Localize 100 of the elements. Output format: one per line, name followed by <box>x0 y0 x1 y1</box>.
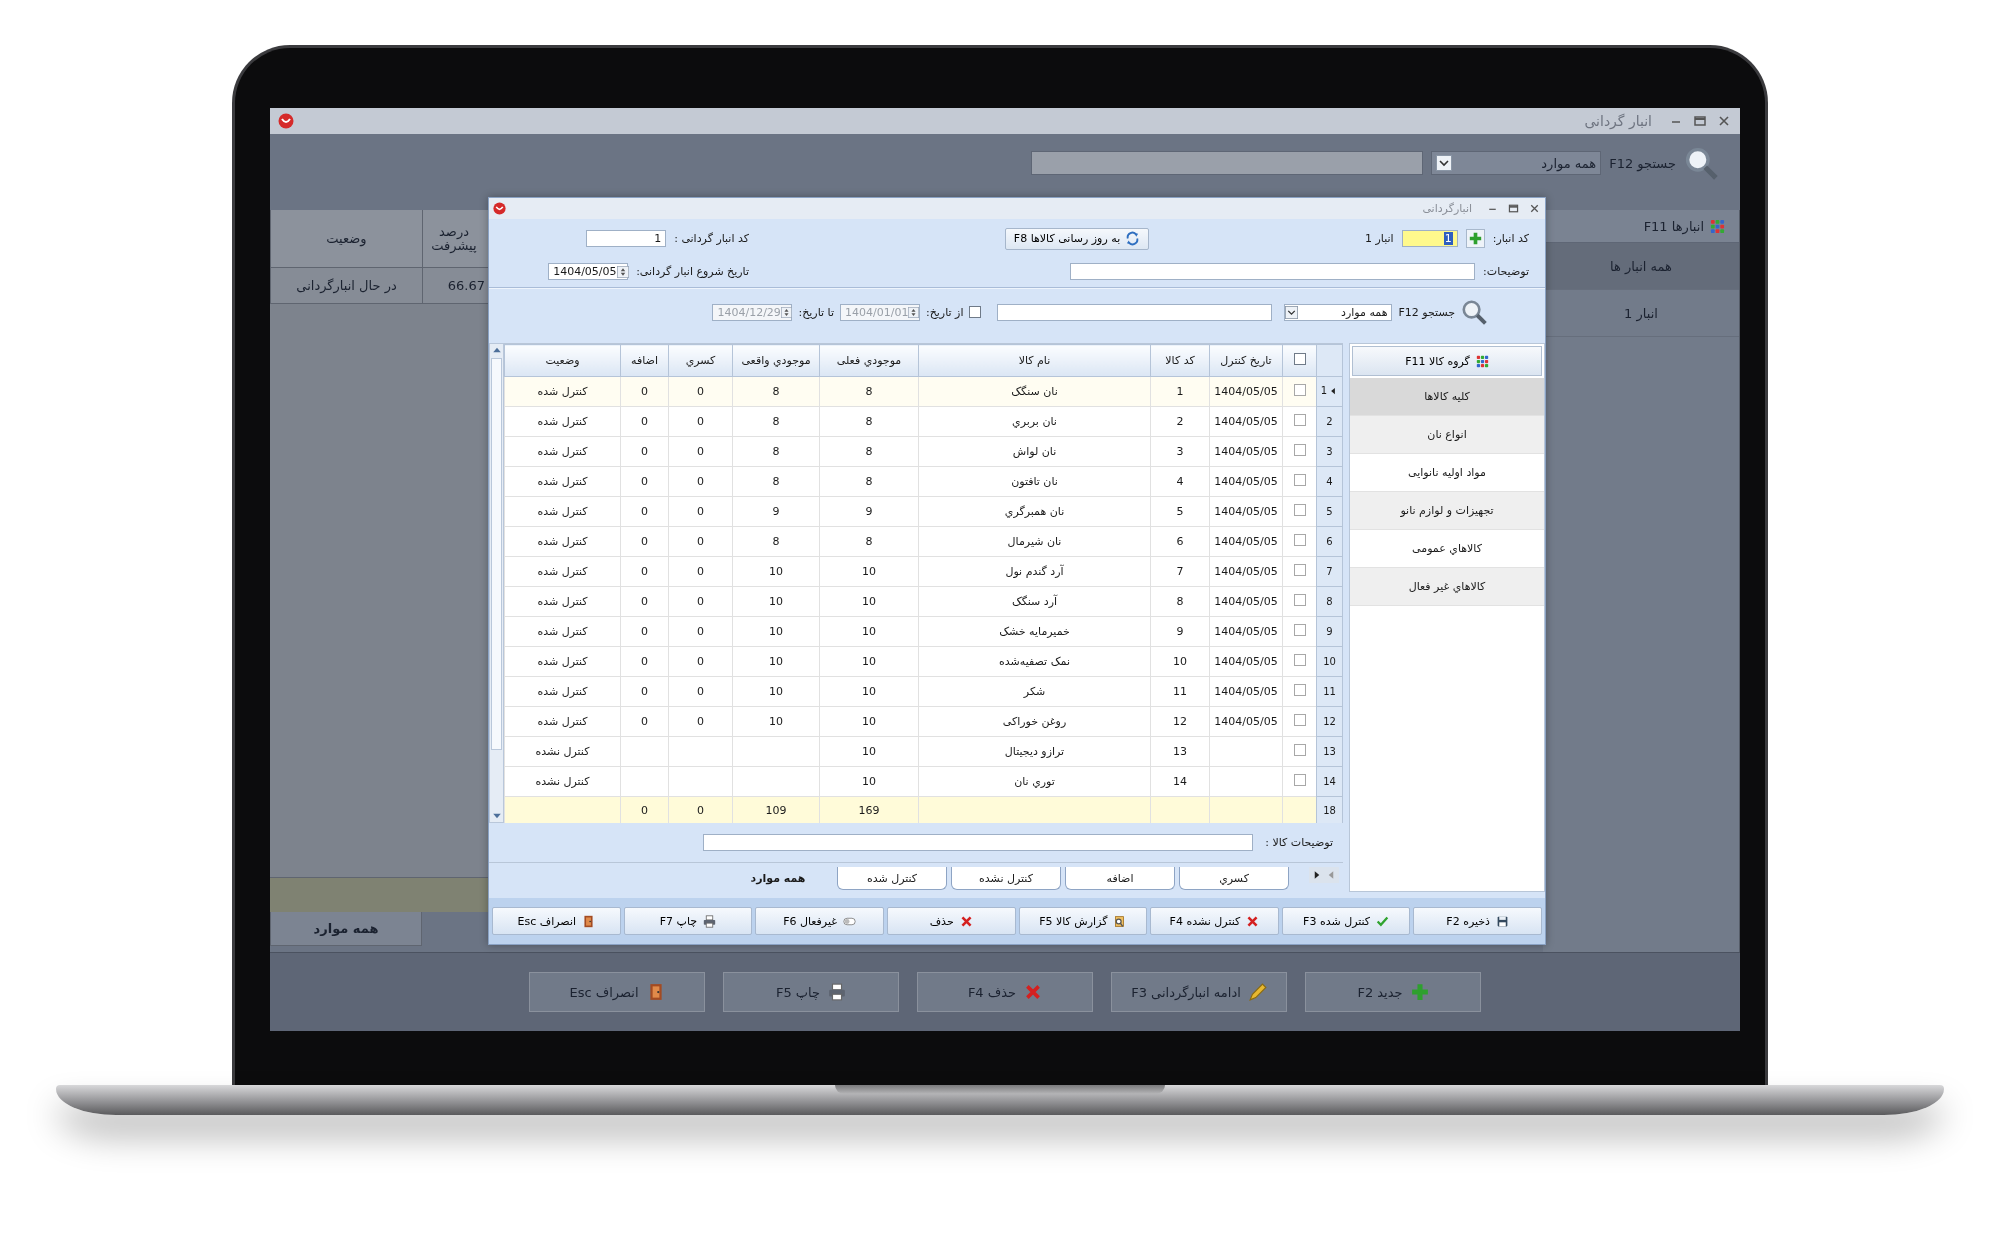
filter-dropdown[interactable]: همه موارد <box>1431 151 1602 175</box>
toolbar-button[interactable]: ادامه انبارگردانی F3 <box>1111 972 1287 1012</box>
table-cell: 8 <box>732 466 820 497</box>
search-icon[interactable] <box>1684 146 1718 180</box>
toolbar-button[interactable]: حذف <box>886 907 1016 935</box>
column-header[interactable]: موجودي واقعی <box>732 344 820 377</box>
start-date-field[interactable]: 1404/05/05 <box>548 263 629 281</box>
tab[interactable]: اضافه <box>1065 867 1175 890</box>
toolbar-button[interactable]: گزارش کالا F5 <box>1018 907 1148 935</box>
column-header[interactable]: وضعیت <box>504 344 621 377</box>
maximize-icon[interactable] <box>1692 113 1708 129</box>
field-label: کد انبار: <box>1492 232 1529 246</box>
column-header[interactable]: موجودي فعلی <box>819 344 919 377</box>
table-cell: در حال انبارگردانی <box>270 268 422 304</box>
row-checkbox[interactable] <box>1293 534 1306 546</box>
table-cell: 1404/05/05 <box>1209 706 1283 737</box>
row-header[interactable]: 9 <box>1316 616 1343 647</box>
column-header[interactable]: کسري <box>668 344 733 377</box>
field-label: تاریخ شروع انبار گردانی: <box>636 265 749 279</box>
item-description-field[interactable] <box>703 833 1254 851</box>
row-header[interactable]: 4 <box>1316 466 1343 497</box>
row-header[interactable]: 6 <box>1316 526 1343 557</box>
table-cell: شکر <box>918 676 1151 707</box>
group-item[interactable]: کالاهاي غیر فعال <box>1350 568 1544 606</box>
row-checkbox[interactable] <box>1293 564 1306 576</box>
row-checkbox[interactable] <box>1293 714 1306 726</box>
toolbar-button[interactable]: حذف F4 <box>917 972 1093 1012</box>
search-field[interactable] <box>997 303 1273 321</box>
add-button[interactable] <box>1465 229 1485 249</box>
row-header[interactable]: 2 <box>1316 406 1343 437</box>
warehouse-code-field[interactable]: 1 <box>1401 230 1458 248</box>
tab[interactable]: کنترل نشده <box>951 867 1061 890</box>
warehouses-button[interactable]: انبارها F11 <box>1543 210 1739 243</box>
table-cell: 9 <box>732 496 820 527</box>
table-cell: نان بربري <box>918 406 1151 437</box>
count-code-field[interactable]: 1 <box>586 230 667 248</box>
row-checkbox[interactable] <box>1293 414 1306 426</box>
row-checkbox[interactable] <box>1293 384 1306 396</box>
column-header[interactable]: نام کالا <box>918 344 1151 377</box>
refresh-button[interactable]: به روز رسانی کالاها F8 <box>1004 227 1150 250</box>
close-icon[interactable] <box>1528 202 1541 215</box>
table-cell: 0 <box>620 706 669 737</box>
group-item[interactable]: کلیه کالاها <box>1350 378 1544 416</box>
printer-icon <box>828 983 847 1001</box>
column-header[interactable]: کد کالا <box>1150 344 1210 377</box>
row-checkbox[interactable] <box>1293 744 1306 756</box>
column-header[interactable]: اضافه <box>620 344 669 377</box>
toolbar-button[interactable]: چاپ F5 <box>723 972 899 1012</box>
description-field[interactable] <box>1070 263 1476 281</box>
toolbar-button[interactable]: ذخیره F2 <box>1413 907 1542 935</box>
tab[interactable]: همه موارد <box>270 912 422 946</box>
date-filter-checkbox[interactable] <box>969 306 982 318</box>
search-icon[interactable] <box>1461 299 1487 325</box>
table-cell: 8 <box>1150 586 1210 617</box>
filter-dropdown[interactable]: همه موارد <box>1284 303 1393 321</box>
row-header[interactable]: 5 <box>1316 496 1343 527</box>
row-checkbox[interactable] <box>1293 654 1306 666</box>
column-header[interactable]: تاریخ کنترل <box>1209 344 1283 377</box>
tab[interactable]: کنترل شده <box>837 867 947 890</box>
table-cell: 0 <box>668 466 733 497</box>
field-label: از تاریخ: <box>926 305 964 319</box>
row-checkbox[interactable] <box>1293 444 1306 456</box>
plus-icon <box>1468 232 1482 246</box>
row-header[interactable]: 11 <box>1316 676 1343 707</box>
row-checkbox[interactable] <box>1293 594 1306 606</box>
toolbar-button[interactable]: کنترل نشده F4 <box>1150 907 1279 935</box>
toolbar-button[interactable]: غیرفعال F6 <box>755 907 884 935</box>
table-cell: 8 <box>732 406 820 437</box>
row-header[interactable]: 8 <box>1316 586 1343 617</box>
table-cell: 0 <box>620 616 669 647</box>
row-header[interactable]: 13 <box>1316 736 1343 767</box>
grid-icon <box>1475 354 1489 368</box>
row-header[interactable]: 7 <box>1316 556 1343 587</box>
toolbar-button[interactable]: چاپ F7 <box>623 907 753 935</box>
row-checkbox[interactable] <box>1293 624 1306 636</box>
toolbar-button[interactable]: جدید F2 <box>1305 972 1481 1012</box>
search-field[interactable] <box>1031 151 1424 175</box>
group-item[interactable]: تجهیزات و لوازم نانو <box>1350 492 1544 530</box>
tab[interactable]: کسري <box>1179 867 1289 890</box>
row-checkbox[interactable] <box>1293 504 1306 516</box>
table-cell: 0 <box>620 436 669 467</box>
scrollbar[interactable] <box>489 343 504 823</box>
row-header[interactable]: 3 <box>1316 436 1343 467</box>
row-checkbox[interactable] <box>1293 774 1306 786</box>
maximize-icon[interactable] <box>1507 202 1520 215</box>
row-header[interactable]: 12 <box>1316 706 1343 737</box>
group-button[interactable]: گروه کالا F11 <box>1352 346 1542 376</box>
table-cell: 9 <box>819 496 919 527</box>
toolbar-button[interactable]: انصراف Esc <box>529 972 705 1012</box>
row-header[interactable]: 14 <box>1316 766 1343 797</box>
toolbar-button[interactable]: کنترل شده F3 <box>1281 907 1411 935</box>
select-all-checkbox[interactable] <box>1293 353 1306 365</box>
table-cell: 10 <box>819 766 919 797</box>
row-checkbox[interactable] <box>1293 684 1306 696</box>
row-header[interactable]: 1 <box>1316 376 1343 407</box>
table-cell: 0 <box>668 676 733 707</box>
row-header[interactable]: 10 <box>1316 646 1343 677</box>
toolbar-button[interactable]: انصراف Esc <box>492 907 621 935</box>
group-item[interactable]: انواع نان <box>1350 416 1544 454</box>
row-checkbox[interactable] <box>1293 474 1306 486</box>
